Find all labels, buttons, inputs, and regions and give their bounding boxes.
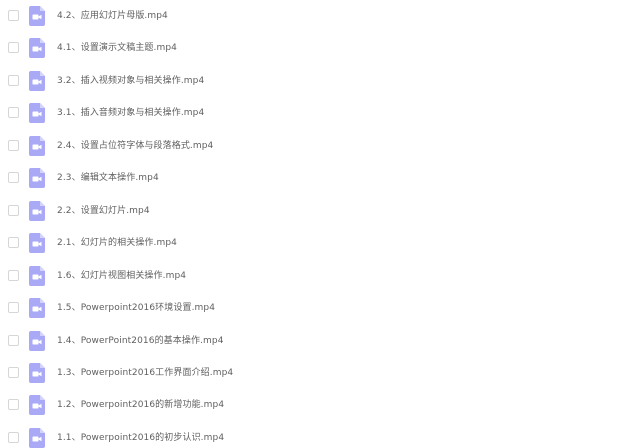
file-row[interactable]: 3.1、插入音频对象与相关操作.mp4 bbox=[0, 97, 640, 129]
file-name[interactable]: 4.1、设置演示文稿主题.mp4 bbox=[57, 40, 177, 56]
row-checkbox[interactable] bbox=[8, 107, 19, 119]
video-file-icon bbox=[29, 70, 45, 91]
file-row[interactable]: 2.1、幻灯片的相关操作.mp4 bbox=[0, 227, 640, 259]
file-row[interactable]: 1.6、幻灯片视图相关操作.mp4 bbox=[0, 260, 640, 292]
file-name[interactable]: 1.4、PowerPoint2016的基本操作.mp4 bbox=[57, 333, 224, 349]
file-row[interactable]: 1.2、Powerpoint2016的新增功能.mp4 bbox=[0, 389, 640, 421]
file-name[interactable]: 2.3、编辑文本操作.mp4 bbox=[57, 170, 159, 186]
row-checkbox[interactable] bbox=[8, 334, 19, 346]
video-file-icon bbox=[29, 265, 45, 286]
row-checkbox[interactable] bbox=[8, 204, 19, 216]
video-file-icon bbox=[29, 168, 45, 189]
row-checkbox[interactable] bbox=[8, 74, 19, 86]
video-file-icon bbox=[29, 395, 45, 416]
file-row[interactable]: 1.3、Powerpoint2016工作界面介绍.mp4 bbox=[0, 357, 640, 389]
row-checkbox[interactable] bbox=[8, 302, 19, 314]
video-file-icon bbox=[29, 200, 45, 221]
file-name[interactable]: 1.6、幻灯片视图相关操作.mp4 bbox=[57, 268, 186, 284]
file-row[interactable]: 1.1、Powerpoint2016的初步认识.mp4 bbox=[0, 422, 640, 448]
row-checkbox[interactable] bbox=[8, 431, 19, 443]
file-row[interactable]: 1.4、PowerPoint2016的基本操作.mp4 bbox=[0, 325, 640, 357]
video-file-icon bbox=[29, 298, 45, 319]
file-row[interactable]: 4.1、设置演示文稿主题.mp4 bbox=[0, 32, 640, 64]
row-checkbox[interactable] bbox=[8, 399, 19, 411]
video-file-icon bbox=[29, 330, 45, 351]
file-row[interactable]: 1.5、Powerpoint2016环境设置.mp4 bbox=[0, 292, 640, 324]
row-checkbox[interactable] bbox=[8, 172, 19, 184]
file-name[interactable]: 3.2、插入视频对象与相关操作.mp4 bbox=[57, 73, 204, 89]
file-name[interactable]: 3.1、插入音频对象与相关操作.mp4 bbox=[57, 105, 204, 121]
file-list: 4.2、应用幻灯片母版.mp4 4.1、设置演示文稿主题.mp4 3.2、插入视频对… bbox=[0, 0, 640, 448]
video-file-icon bbox=[29, 135, 45, 156]
row-checkbox[interactable] bbox=[8, 10, 19, 21]
file-name[interactable]: 1.5、Powerpoint2016环境设置.mp4 bbox=[57, 300, 215, 316]
video-file-icon bbox=[29, 103, 45, 124]
file-name[interactable]: 1.3、Powerpoint2016工作界面介绍.mp4 bbox=[57, 365, 233, 381]
video-file-icon bbox=[29, 6, 45, 26]
row-checkbox[interactable] bbox=[8, 269, 19, 281]
video-file-icon bbox=[29, 38, 45, 59]
file-name[interactable]: 2.1、幻灯片的相关操作.mp4 bbox=[57, 235, 177, 251]
file-row[interactable]: 3.2、插入视频对象与相关操作.mp4 bbox=[0, 65, 640, 97]
row-checkbox[interactable] bbox=[8, 366, 19, 378]
file-name[interactable]: 2.4、设置占位符字体与段落格式.mp4 bbox=[57, 138, 213, 154]
video-file-icon bbox=[29, 233, 45, 254]
row-checkbox[interactable] bbox=[8, 237, 19, 249]
file-name[interactable]: 4.2、应用幻灯片母版.mp4 bbox=[57, 8, 168, 24]
video-file-icon bbox=[29, 427, 45, 448]
file-name[interactable]: 1.2、Powerpoint2016的新增功能.mp4 bbox=[57, 397, 224, 413]
file-row[interactable]: 2.4、设置占位符字体与段落格式.mp4 bbox=[0, 130, 640, 162]
file-row[interactable]: 4.2、应用幻灯片母版.mp4 bbox=[0, 0, 640, 32]
row-checkbox[interactable] bbox=[8, 42, 19, 54]
file-name[interactable]: 2.2、设置幻灯片.mp4 bbox=[57, 203, 150, 219]
file-row[interactable]: 2.3、编辑文本操作.mp4 bbox=[0, 162, 640, 194]
file-name[interactable]: 1.1、Powerpoint2016的初步认识.mp4 bbox=[57, 430, 224, 446]
row-checkbox[interactable] bbox=[8, 139, 19, 151]
video-file-icon bbox=[29, 362, 45, 383]
file-row[interactable]: 2.2、设置幻灯片.mp4 bbox=[0, 195, 640, 227]
